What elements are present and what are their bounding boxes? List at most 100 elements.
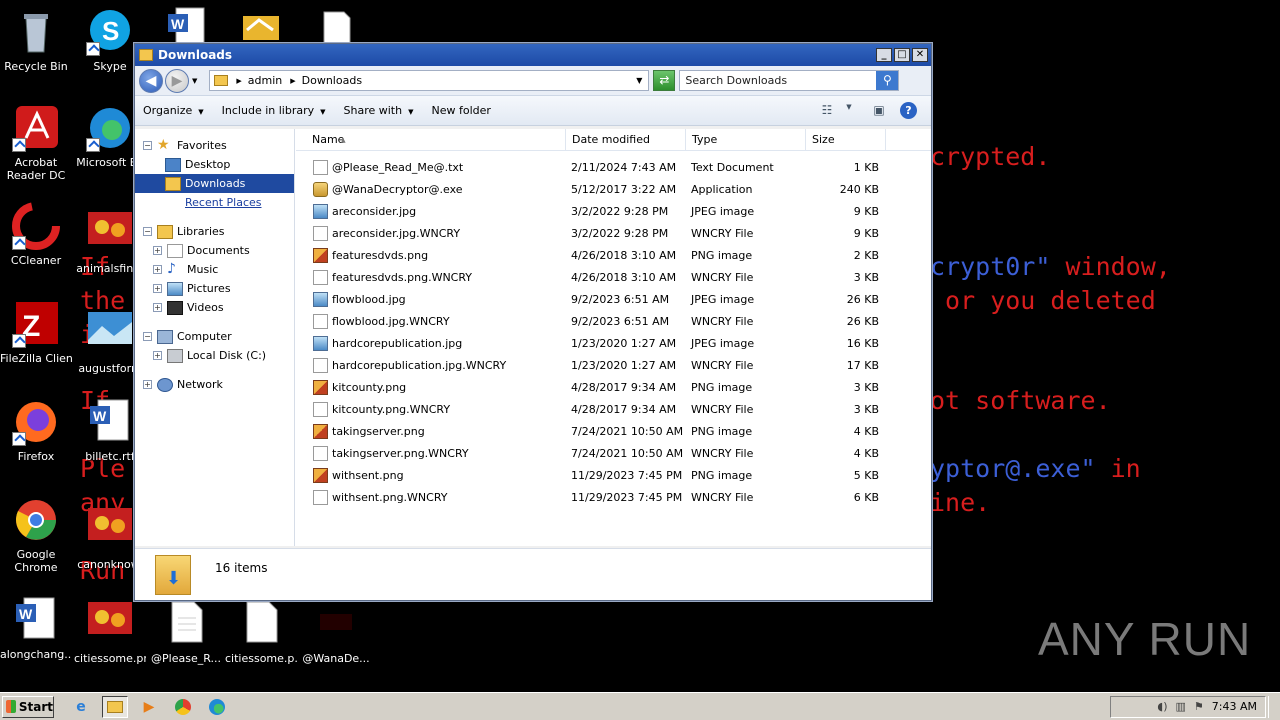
view-options-icon[interactable]: ☷: [818, 103, 836, 119]
file-row[interactable]: withsent.png.WNCRY 11/29/2023 7:45 PM WNCR…: [295, 486, 931, 508]
file-name-cell[interactable]: kitcounty.png.WNCRY: [295, 401, 565, 417]
file-row[interactable]: kitcounty.png.WNCRY 4/28/2017 9:34 AM WNCR…: [295, 398, 931, 420]
new-folder-button[interactable]: New folder: [431, 104, 490, 117]
help-icon[interactable]: ?: [900, 102, 917, 119]
nav-documents[interactable]: + Documents: [135, 241, 294, 260]
file-name-cell[interactable]: kitcounty.png: [295, 379, 565, 395]
file-name-cell[interactable]: areconsider.jpg: [295, 203, 565, 219]
desktop-icon-wanadecryptor[interactable]: @WanaDe...: [300, 600, 372, 665]
file-name-cell[interactable]: @Please_Read_Me@.txt: [295, 159, 565, 175]
file-row[interactable]: flowblood.jpg.WNCRY 9/2/2023 6:51 AM WNCRY…: [295, 310, 931, 332]
file-name-cell[interactable]: flowblood.jpg.WNCRY: [295, 313, 565, 329]
file-row[interactable]: hardcorepublication.jpg.WNCRY 1/23/2020 1…: [295, 354, 931, 376]
desktop-icon-chrome[interactable]: Google Chrome: [0, 496, 72, 574]
nav-recent-places[interactable]: Recent Places: [135, 193, 294, 212]
close-button[interactable]: ✕: [912, 48, 928, 62]
expand-icon: +: [153, 246, 162, 255]
file-row[interactable]: areconsider.jpg 3/2/2022 9:28 PM JPEG imag…: [295, 200, 931, 222]
search-input[interactable]: Search Downloads ⚲: [679, 70, 900, 91]
history-dropdown-icon[interactable]: ▼: [192, 77, 197, 85]
file-row[interactable]: hardcorepublication.jpg 1/23/2020 1:27 AM…: [295, 332, 931, 354]
breadcrumb-separator-icon[interactable]: ▶: [290, 77, 295, 85]
column-name[interactable]: Name ▲: [296, 129, 566, 151]
desktop-icon-filezilla[interactable]: Z FileZilla Client: [0, 300, 72, 365]
file-name-cell[interactable]: withsent.png.WNCRY: [295, 489, 565, 505]
breadcrumb-separator-icon[interactable]: ▶: [236, 77, 241, 85]
column-date-modified[interactable]: Date modified: [566, 129, 686, 151]
desktop-icon-citiessome-p[interactable]: citiessome.p...: [225, 600, 297, 665]
address-dropdown-icon[interactable]: ▼: [636, 76, 642, 85]
file-name-cell[interactable]: featuresdvds.png.WNCRY: [295, 269, 565, 285]
nav-videos[interactable]: + Videos: [135, 298, 294, 317]
preview-pane-icon[interactable]: ▣: [870, 103, 888, 119]
file-row[interactable]: withsent.png 11/29/2023 7:45 PM PNG image 5…: [295, 464, 931, 486]
column-type[interactable]: Type: [686, 129, 806, 151]
file-row[interactable]: takingserver.png 7/24/2021 10:50 AM PNG im…: [295, 420, 931, 442]
taskbar-chrome[interactable]: [170, 696, 196, 718]
taskbar-ie[interactable]: e: [68, 696, 94, 718]
show-desktop-button[interactable]: [1268, 695, 1278, 718]
network-tray-icon[interactable]: ▥: [1176, 700, 1186, 713]
file-name-cell[interactable]: takingserver.png: [295, 423, 565, 439]
taskbar-media-player[interactable]: ▶: [136, 696, 162, 718]
file-row[interactable]: featuresdvds.png.WNCRY 4/26/2018 3:10 AM W…: [295, 266, 931, 288]
include-in-library-button[interactable]: Include in library ▼: [222, 104, 326, 117]
file-name-cell[interactable]: areconsider.jpg.WNCRY: [295, 225, 565, 241]
file-name-cell[interactable]: withsent.png: [295, 467, 565, 483]
organize-button[interactable]: Organize ▼: [143, 104, 204, 117]
file-name-cell[interactable]: @WanaDecryptor@.exe: [295, 181, 565, 197]
nav-pictures[interactable]: + Pictures: [135, 279, 294, 298]
nav-downloads[interactable]: Downloads: [135, 174, 294, 193]
start-button[interactable]: Start: [2, 695, 54, 718]
desktop-icon-acrobat[interactable]: Acrobat Reader DC: [0, 104, 72, 182]
breadcrumb-admin[interactable]: admin: [248, 74, 282, 87]
file-row[interactable]: @WanaDecryptor@.exe 5/12/2017 3:22 AM Appl…: [295, 178, 931, 200]
chrome-icon: [12, 496, 60, 544]
back-button[interactable]: ◀: [139, 68, 163, 93]
file-row[interactable]: featuresdvds.png 4/26/2018 3:10 AM PNG ima…: [295, 244, 931, 266]
desktop-icon-ccleaner[interactable]: CCleaner: [0, 202, 72, 267]
minimize-button[interactable]: _: [876, 48, 892, 62]
breadcrumb-downloads[interactable]: Downloads: [302, 74, 362, 87]
search-icon[interactable]: ⚲: [876, 71, 899, 90]
title-bar[interactable]: Downloads _ □ ✕: [135, 44, 931, 66]
file-name-cell[interactable]: featuresdvds.png: [295, 247, 565, 263]
taskbar-explorer[interactable]: [102, 695, 128, 718]
nav-local-disk[interactable]: + Local Disk (C:): [135, 346, 294, 365]
file-row[interactable]: flowblood.jpg 9/2/2023 6:51 AM JPEG image 2…: [295, 288, 931, 310]
navigation-pane[interactable]: − ★ Favorites Desktop Downloads Recent Pla…: [135, 129, 295, 546]
refresh-button[interactable]: ⇄: [653, 70, 676, 91]
file-name-cell[interactable]: takingserver.png.WNCRY: [295, 445, 565, 461]
volume-icon[interactable]: ◖): [1157, 700, 1167, 713]
share-with-button[interactable]: Share with ▼: [344, 104, 414, 117]
expand-icon: +: [153, 303, 162, 312]
address-bar[interactable]: ▶ admin ▶ Downloads ▼: [209, 70, 650, 91]
nav-libraries[interactable]: − Libraries: [135, 222, 294, 241]
desktop-icon-recycle-bin[interactable]: Recycle Bin: [0, 8, 72, 73]
forward-button[interactable]: ▶: [165, 68, 189, 93]
file-row[interactable]: areconsider.jpg.WNCRY 3/2/2022 9:28 PM WNC…: [295, 222, 931, 244]
file-row[interactable]: takingserver.png.WNCRY 7/24/2021 10:50 AM…: [295, 442, 931, 464]
chevron-down-icon[interactable]: ▼: [840, 103, 858, 119]
nav-computer[interactable]: − Computer: [135, 327, 294, 346]
file-name-cell[interactable]: hardcorepublication.jpg: [295, 335, 565, 351]
clock[interactable]: 7:43 AM: [1212, 700, 1257, 713]
desktop-icon-firefox[interactable]: Firefox: [0, 398, 72, 463]
desktop-icon-citiessome-png[interactable]: citiessome.png: [74, 600, 146, 665]
nav-network[interactable]: + Network: [135, 375, 294, 394]
file-list[interactable]: Name ▲ Date modified Type Size @Please_Re…: [295, 129, 931, 546]
maximize-button[interactable]: □: [894, 48, 910, 62]
nav-music[interactable]: + ♪ Music: [135, 260, 294, 279]
action-center-icon[interactable]: ⚑: [1194, 700, 1204, 713]
explorer-window[interactable]: Downloads _ □ ✕ ◀ ▶ ▼ ▶ admin ▶ Download…: [134, 43, 932, 601]
file-name-cell[interactable]: flowblood.jpg: [295, 291, 565, 307]
file-name-cell[interactable]: hardcorepublication.jpg.WNCRY: [295, 357, 565, 373]
taskbar-edge[interactable]: [204, 696, 230, 718]
file-row[interactable]: kitcounty.png 4/28/2017 9:34 AM PNG image 3…: [295, 376, 931, 398]
desktop-icon-alongchang[interactable]: W alongchang...: [0, 596, 72, 661]
desktop-icon-please-read[interactable]: @Please_R...: [150, 600, 222, 665]
column-size[interactable]: Size: [806, 129, 886, 151]
nav-desktop[interactable]: Desktop: [135, 155, 294, 174]
nav-favorites[interactable]: − ★ Favorites: [135, 136, 294, 155]
file-row[interactable]: @Please_Read_Me@.txt 2/11/2024 7:43 AM Tex…: [295, 156, 931, 178]
